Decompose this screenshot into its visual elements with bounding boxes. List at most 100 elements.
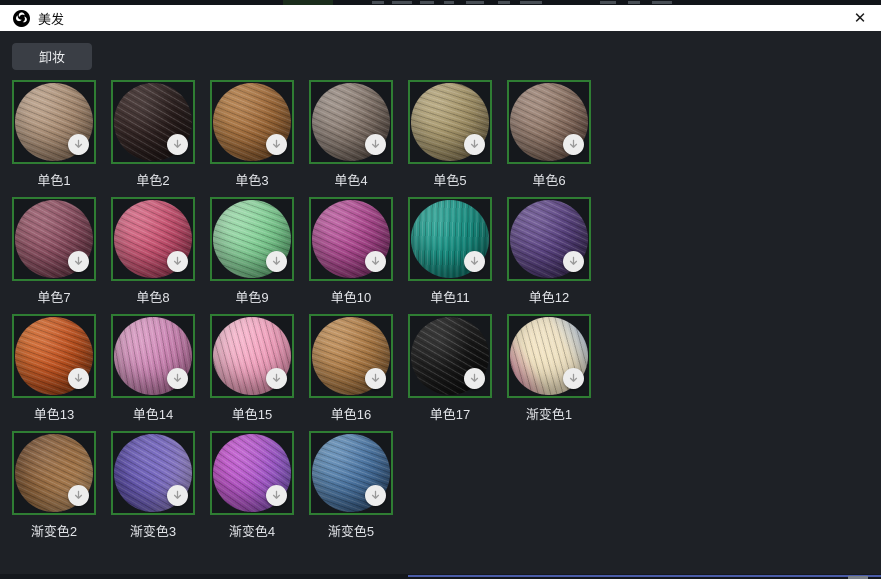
download-icon[interactable] <box>464 368 485 389</box>
hair-swatch[interactable] <box>408 80 492 164</box>
download-icon[interactable] <box>68 368 89 389</box>
hair-color-item: 渐变色3 <box>111 431 195 537</box>
download-icon[interactable] <box>266 485 287 506</box>
download-icon[interactable] <box>464 134 485 155</box>
background-text-fragment <box>600 1 616 4</box>
download-icon[interactable] <box>563 251 584 272</box>
hair-swatch[interactable] <box>408 314 492 398</box>
hair-swatch[interactable] <box>111 80 195 164</box>
background-text-fragment <box>420 1 434 4</box>
hair-color-label: 渐变色1 <box>507 404 591 420</box>
download-icon[interactable] <box>68 251 89 272</box>
hair-style-dialog: 美发 ✕ 卸妆 单色1 单色2 <box>0 5 881 574</box>
download-icon[interactable] <box>68 485 89 506</box>
hair-color-item: 渐变色2 <box>12 431 96 537</box>
hair-color-label: 单色1 <box>12 170 96 186</box>
download-icon[interactable] <box>68 134 89 155</box>
download-icon[interactable] <box>365 485 386 506</box>
hair-swatch[interactable] <box>309 314 393 398</box>
background-text-fragment <box>498 1 510 4</box>
download-icon[interactable] <box>167 251 188 272</box>
hair-color-label: 单色14 <box>111 404 195 420</box>
hair-color-label: 单色3 <box>210 170 294 186</box>
hair-color-item: 渐变色1 <box>507 314 591 420</box>
hair-color-label: 单色2 <box>111 170 195 186</box>
hair-swatch[interactable] <box>507 197 591 281</box>
hair-color-item: 单色10 <box>309 197 393 303</box>
hair-color-label: 单色7 <box>12 287 96 303</box>
remove-makeup-button[interactable]: 卸妆 <box>12 43 92 70</box>
hair-color-item: 单色7 <box>12 197 96 303</box>
background-app-strip-bottom <box>0 574 881 579</box>
hair-color-item: 单色8 <box>111 197 195 303</box>
download-icon[interactable] <box>365 368 386 389</box>
download-icon[interactable] <box>266 251 287 272</box>
hair-color-item: 单色3 <box>210 80 294 186</box>
dialog-body: 卸妆 单色1 单色2 <box>0 31 881 574</box>
download-icon[interactable] <box>266 368 287 389</box>
hair-color-item: 单色17 <box>408 314 492 420</box>
hair-color-label: 渐变色5 <box>309 521 393 537</box>
download-icon[interactable] <box>365 251 386 272</box>
background-blue-bar <box>408 575 881 577</box>
hair-color-label: 单色13 <box>12 404 96 420</box>
dialog-title: 美发 <box>38 9 64 28</box>
hair-color-item: 单色14 <box>111 314 195 420</box>
download-icon[interactable] <box>464 251 485 272</box>
hair-swatch[interactable] <box>12 80 96 164</box>
hair-swatch[interactable] <box>507 314 591 398</box>
hair-swatch[interactable] <box>210 431 294 515</box>
hair-color-label: 单色4 <box>309 170 393 186</box>
swatch-grid: 单色1 单色2 单色3 <box>12 80 618 548</box>
background-text-fragment <box>444 1 454 4</box>
hair-color-item: 单色15 <box>210 314 294 420</box>
hair-color-label: 渐变色3 <box>111 521 195 537</box>
screen: 美发 ✕ 卸妆 单色1 单色2 <box>0 0 881 579</box>
download-icon[interactable] <box>563 134 584 155</box>
background-text-fragment <box>466 1 484 4</box>
close-icon[interactable]: ✕ <box>849 7 871 29</box>
download-icon[interactable] <box>167 485 188 506</box>
hair-swatch[interactable] <box>210 80 294 164</box>
hair-color-label: 单色9 <box>210 287 294 303</box>
download-icon[interactable] <box>167 368 188 389</box>
hair-color-item: 单色13 <box>12 314 96 420</box>
background-text-fragment <box>392 1 412 4</box>
hair-color-label: 渐变色2 <box>12 521 96 537</box>
background-text-fragment <box>652 1 672 4</box>
hair-color-item: 单色2 <box>111 80 195 186</box>
hair-swatch[interactable] <box>309 80 393 164</box>
hair-color-label: 单色16 <box>309 404 393 420</box>
hair-swatch[interactable] <box>12 197 96 281</box>
background-text-fragment <box>372 1 384 4</box>
hair-color-item: 渐变色4 <box>210 431 294 537</box>
hair-swatch[interactable] <box>12 431 96 515</box>
obs-logo-icon <box>13 10 30 27</box>
hair-swatch[interactable] <box>210 314 294 398</box>
hair-swatch[interactable] <box>111 431 195 515</box>
download-icon[interactable] <box>563 368 584 389</box>
hair-color-item: 单色5 <box>408 80 492 186</box>
hair-swatch[interactable] <box>309 431 393 515</box>
hair-swatch[interactable] <box>309 197 393 281</box>
hair-swatch[interactable] <box>12 314 96 398</box>
hair-color-label: 单色12 <box>507 287 591 303</box>
hair-color-label: 单色8 <box>111 287 195 303</box>
hair-color-item: 单色16 <box>309 314 393 420</box>
hair-swatch[interactable] <box>111 314 195 398</box>
hair-color-item: 单色11 <box>408 197 492 303</box>
hair-color-label: 单色5 <box>408 170 492 186</box>
hair-color-label: 渐变色4 <box>210 521 294 537</box>
hair-color-label: 单色17 <box>408 404 492 420</box>
hair-swatch[interactable] <box>111 197 195 281</box>
download-icon[interactable] <box>365 134 386 155</box>
hair-color-label: 单色15 <box>210 404 294 420</box>
hair-swatch[interactable] <box>507 80 591 164</box>
hair-color-item: 单色4 <box>309 80 393 186</box>
hair-swatch[interactable] <box>210 197 294 281</box>
download-icon[interactable] <box>266 134 287 155</box>
download-icon[interactable] <box>167 134 188 155</box>
hair-swatch[interactable] <box>408 197 492 281</box>
hair-color-item: 单色12 <box>507 197 591 303</box>
hair-color-item: 单色6 <box>507 80 591 186</box>
